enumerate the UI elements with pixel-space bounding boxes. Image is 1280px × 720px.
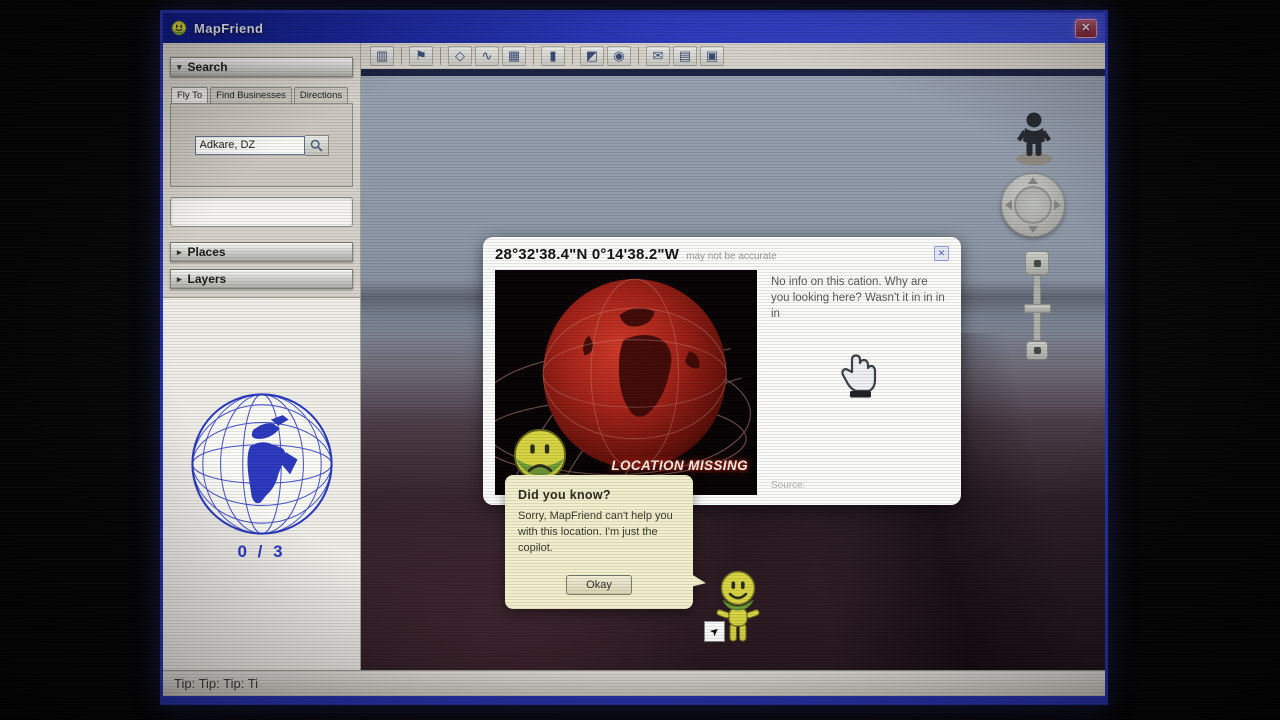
- balloon-header: 28°32'38.4"N 0°14'38.2"W may not be accu…: [495, 246, 949, 263]
- map-viewport[interactable]: 28°32'38.4"N 0°14'38.2"W may not be accu…: [361, 69, 1105, 670]
- layers-panel-header[interactable]: ▸ Layers: [170, 269, 353, 289]
- layers-panel-label: Layers: [188, 272, 227, 286]
- location-info-balloon: 28°32'38.4"N 0°14'38.2"W may not be accu…: [483, 237, 961, 505]
- tab-find-businesses[interactable]: Find Businesses: [210, 87, 292, 104]
- zoom-out-button[interactable]: [1026, 341, 1048, 360]
- email-icon[interactable]: ✉: [646, 46, 670, 66]
- image-overlay-icon[interactable]: ▦: [502, 46, 526, 66]
- mapfriend-window: MapFriend ✕ ▾ Search Fly To Find Busines…: [160, 10, 1108, 705]
- app-logo-smiley-icon: [171, 20, 187, 36]
- search-panel-label: Search: [188, 60, 228, 74]
- places-panel-header[interactable]: ▸ Places: [170, 242, 353, 262]
- search-submit-button[interactable]: [305, 135, 329, 156]
- zoom-slider: [1023, 251, 1051, 360]
- sidebar: ▾ Search Fly To Find Businesses Directio…: [163, 43, 361, 670]
- window-close-button[interactable]: ✕: [1075, 19, 1097, 38]
- accuracy-note: may not be accurate: [686, 251, 777, 262]
- pan-up-icon[interactable]: [1028, 177, 1038, 184]
- source-label: Source:: [771, 479, 947, 495]
- tooltip-body: Sorry, MapFriend can't help you with thi…: [518, 509, 680, 557]
- toolbar-separator: [572, 47, 573, 65]
- polygon-icon[interactable]: ◇: [448, 46, 472, 66]
- main-column: ▥ ⚑ ◇ ∿ ▦ ▮ ◩ ◉ ✉ ▤ ▣: [361, 43, 1105, 670]
- status-bar: Tip: Tip: Tip: Ti: [163, 670, 1105, 696]
- sidebar-toggle-icon[interactable]: ▥: [370, 46, 394, 66]
- toolbar-separator: [533, 47, 534, 65]
- caret-right-icon: ▸: [177, 274, 182, 285]
- location-missing-caption: LOCATION MISSING: [611, 458, 748, 473]
- save-icon[interactable]: ▣: [700, 46, 724, 66]
- no-info-text: No info on this cation. Why are you look…: [771, 275, 947, 323]
- status-tip-text: Tip: Tip: Tip: Ti: [174, 676, 258, 691]
- pan-left-icon[interactable]: [1005, 200, 1012, 210]
- search-results-list[interactable]: [170, 197, 353, 227]
- globe-wireframe-icon: [188, 390, 336, 538]
- cursor-badge-icon: ➤: [704, 621, 725, 642]
- title-bar[interactable]: MapFriend ✕: [163, 13, 1105, 43]
- tab-fly-to[interactable]: Fly To: [171, 87, 208, 104]
- okay-button[interactable]: Okay: [566, 575, 632, 595]
- pan-ring-control[interactable]: [1001, 173, 1065, 237]
- tab-directions[interactable]: Directions: [294, 87, 348, 104]
- location-missing-image: LOCATION MISSING: [495, 270, 757, 495]
- ruler-icon[interactable]: ▮: [541, 46, 565, 66]
- globe-progress-area: 0 / 3: [163, 297, 360, 670]
- caret-down-icon: ▾: [177, 62, 182, 73]
- path-icon[interactable]: ∿: [475, 46, 499, 66]
- toolbar: ▥ ⚑ ◇ ∿ ▦ ▮ ◩ ◉ ✉ ▤ ▣: [361, 43, 1105, 69]
- location-counter: 0 / 3: [237, 542, 285, 562]
- print-icon[interactable]: ▤: [673, 46, 697, 66]
- balloon-close-button[interactable]: ✕: [934, 246, 949, 261]
- zoom-handle[interactable]: [1024, 304, 1051, 313]
- fly-to-input[interactable]: [195, 136, 305, 155]
- pan-down-icon[interactable]: [1028, 226, 1038, 233]
- search-panel-header[interactable]: ▾ Search: [170, 57, 353, 77]
- globe-view-icon[interactable]: ◉: [607, 46, 631, 66]
- fly-to-panel: [170, 103, 353, 187]
- pegman-control[interactable]: [1011, 109, 1057, 172]
- zoom-track[interactable]: [1033, 275, 1041, 341]
- magnifier-icon: [310, 139, 323, 152]
- balloon-text-column: No info on this cation. Why are you look…: [757, 270, 949, 495]
- balloon-body: LOCATION MISSING No info on this cation.…: [495, 270, 949, 495]
- hand-cursor-icon: [836, 349, 882, 407]
- places-panel-label: Places: [188, 245, 226, 259]
- placemark-icon[interactable]: ⚑: [409, 46, 433, 66]
- crt-screen: MapFriend ✕ ▾ Search Fly To Find Busines…: [0, 0, 1280, 720]
- toolbar-separator: [440, 47, 441, 65]
- zoom-in-button[interactable]: [1025, 251, 1049, 275]
- search-tabs: Fly To Find Businesses Directions: [170, 87, 353, 104]
- did-you-know-bubble: Did you know? Sorry, MapFriend can't hel…: [505, 475, 693, 609]
- pegman-icon: [1011, 109, 1057, 167]
- toolbar-separator: [638, 47, 639, 65]
- caret-right-icon: ▸: [177, 247, 182, 258]
- tooltip-heading: Did you know?: [518, 488, 680, 502]
- pan-right-icon[interactable]: [1054, 200, 1061, 210]
- pan-ring-center[interactable]: [1014, 186, 1052, 224]
- coordinates-title: 28°32'38.4"N 0°14'38.2"W: [495, 246, 679, 263]
- photo-icon[interactable]: ◩: [580, 46, 604, 66]
- app-body: ▾ Search Fly To Find Businesses Directio…: [163, 43, 1105, 670]
- toolbar-separator: [401, 47, 402, 65]
- window-title: MapFriend: [194, 21, 263, 36]
